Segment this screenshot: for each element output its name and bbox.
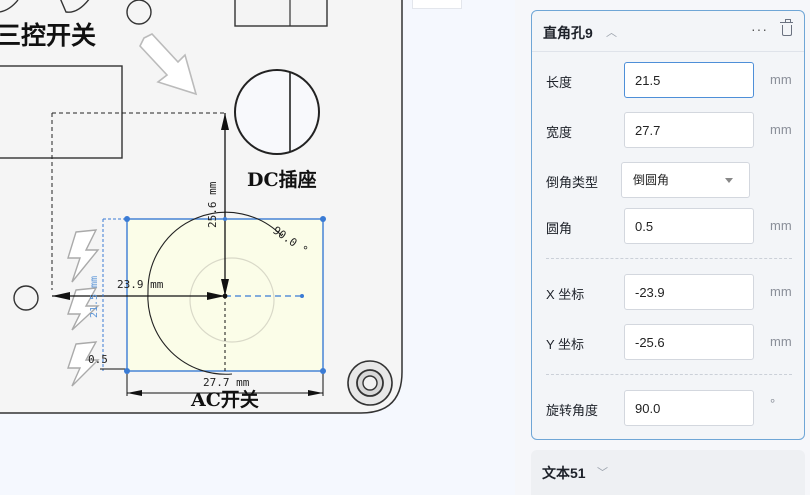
divider (546, 258, 792, 259)
properties-sidebar: 直角孔9 ︿ ··· 长度 mm 宽度 mm 倒角类型 倒圆角 圆角 mm X … (515, 0, 810, 495)
rect-hole-panel: 直角孔9 ︿ ··· 长度 mm 宽度 mm 倒角类型 倒圆角 圆角 mm X … (531, 10, 805, 440)
canvas-thumbnail[interactable] (412, 0, 462, 9)
y-coord-label: Y 坐标 (546, 337, 585, 352)
fillet-field[interactable] (624, 208, 754, 244)
x-coord-label: X 坐标 (546, 287, 585, 302)
side-dim-label: 21.5 mm (89, 276, 100, 318)
mount-hole-top (126, 0, 152, 25)
label-dc-socket: DC插座 (247, 168, 317, 191)
length-label: 长度 (546, 75, 573, 90)
rotation-label: 旋转角度 (546, 403, 599, 418)
width-field[interactable] (624, 112, 754, 148)
x-coord-field[interactable] (624, 274, 754, 310)
width-unit: mm (770, 122, 792, 137)
width-label: 宽度 (546, 125, 573, 140)
rotation-unit: ° (770, 396, 776, 411)
chevron-down-icon[interactable]: ﹀ (597, 464, 608, 480)
text-panel-title: 文本51 (542, 465, 586, 481)
panel-title: 直角孔9 (543, 25, 593, 41)
width-dim-label: 27.7 mm (203, 376, 250, 389)
x-offset-label: 23.9 mm (117, 278, 164, 291)
trash-icon[interactable] (780, 19, 793, 36)
dc-socket-circle (234, 69, 320, 155)
mount-hole-left (13, 285, 39, 311)
chamfer-type-label: 倒角类型 (546, 175, 599, 190)
chevron-up-icon[interactable]: ︿ (606, 24, 617, 40)
text-panel[interactable]: 文本51 ﹀ (531, 450, 805, 495)
divider (546, 374, 792, 375)
panel-header[interactable]: 直角孔9 ︿ ··· (532, 11, 804, 52)
fillet-label: 圆角 (546, 221, 573, 236)
component-top-rect (234, 0, 328, 27)
label-three-way-switch: 三控开关 (0, 21, 96, 50)
y-coord-field[interactable] (624, 324, 754, 360)
switch-cutout (0, 65, 123, 159)
chamfer-type-select[interactable]: 倒圆角 (621, 162, 750, 198)
more-icon[interactable]: ··· (751, 21, 768, 37)
dropdown-caret-icon (725, 178, 733, 183)
chamfer-type-value: 倒圆角 (633, 173, 670, 187)
rotation-field[interactable] (624, 390, 754, 426)
design-canvas[interactable]: 三控开关 DC插座 90.0 ° 25.6 mm 23.9 mm 21.5 mm… (0, 0, 515, 495)
x-coord-unit: mm (770, 284, 792, 299)
height-dim-label: 25.6 mm (206, 181, 219, 228)
label-ac-switch: AC开关 (190, 388, 259, 411)
length-field[interactable] (624, 62, 754, 98)
length-unit: mm (770, 72, 792, 87)
y-coord-unit: mm (770, 334, 792, 349)
board-drawing: 三控开关 DC插座 90.0 ° 25.6 mm 23.9 mm 21.5 mm… (0, 0, 403, 414)
radius-label: 0.5 (88, 353, 108, 366)
fillet-unit: mm (770, 218, 792, 233)
